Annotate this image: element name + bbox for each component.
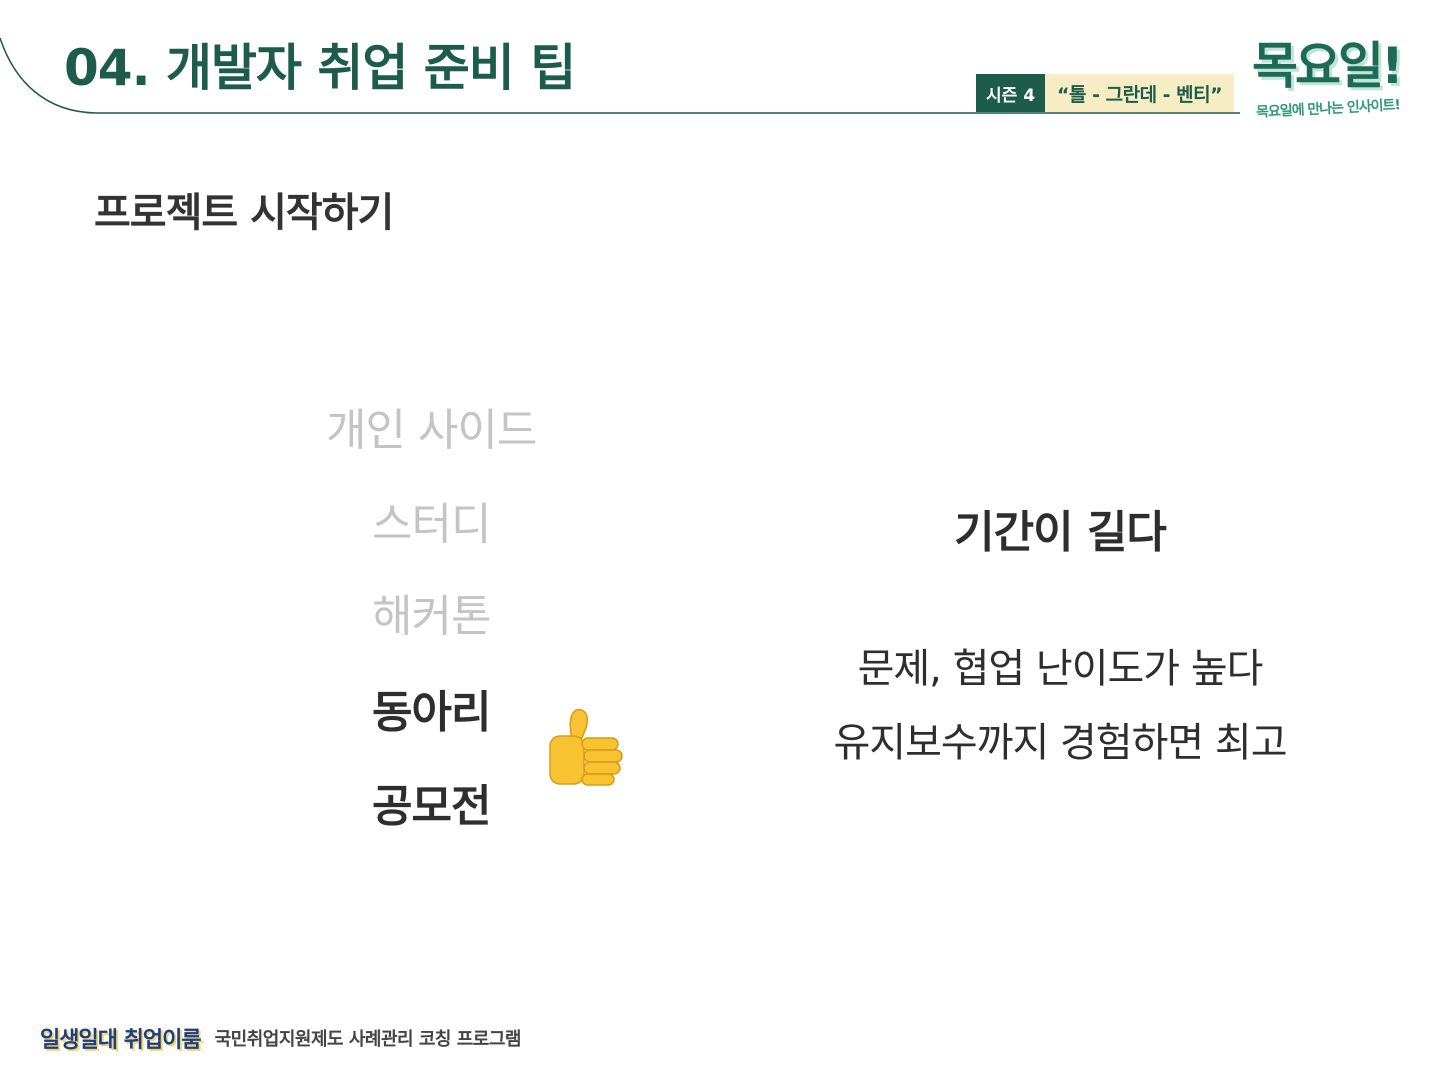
season-label: 시즌 4 (976, 74, 1046, 112)
section-heading: 프로젝트 시작하기 (94, 190, 394, 236)
list-item-club: 동아리 (372, 687, 491, 738)
list-item-hackathon: 해커톤 (372, 591, 491, 642)
season-quote: “톨 - 그란데 - 벤티” (1045, 74, 1235, 112)
logo-sub-text: 목요일에 만나는 인사이트! (1255, 97, 1401, 121)
list-item-contest: 공모전 (372, 781, 491, 832)
right-line-maintenance: 유지보수까지 경험하면 최고 (833, 720, 1287, 766)
list-item-study: 스터디 (372, 499, 491, 550)
right-line-difficulty: 문제, 협업 난이도가 높다 (857, 646, 1264, 692)
season-badge: 시즌 4 “톨 - 그란데 - 벤티” (976, 74, 1235, 112)
slide-title: 04. 개발자 취업 준비 팁 (64, 39, 576, 97)
thumbs-up-icon (549, 708, 623, 786)
footer: 일생일대 취업이룸 국민취업지원제도 사례관리 코칭 프로그램 (40, 1018, 521, 1058)
logo-main-text: 목요일! (1252, 37, 1404, 95)
footer-program-text: 국민취업지원제도 사례관리 코칭 프로그램 (214, 1029, 522, 1050)
program-logo: 목요일! 목요일에 만나는 인사이트! (1250, 36, 1420, 128)
list-item-personal-side: 개인 사이드 (326, 405, 537, 456)
footer-brand-logo: 일생일대 취업이룸 (40, 1028, 202, 1053)
right-headline: 기간이 길다 (954, 507, 1167, 558)
